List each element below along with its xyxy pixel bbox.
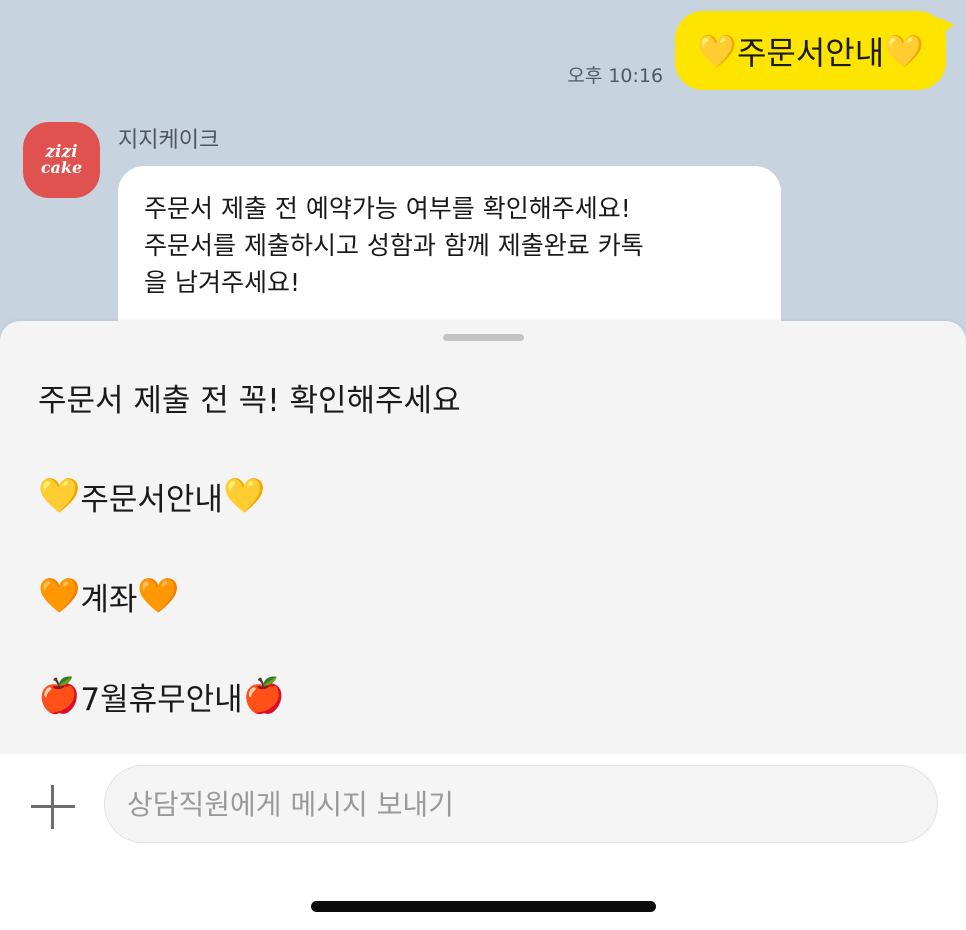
- quick-reply-label: 주문서안내: [80, 481, 223, 518]
- yellow-heart-icon: 💛: [38, 476, 81, 516]
- orange-heart-icon: 🧡: [38, 576, 81, 616]
- sender-avatar[interactable]: zizi cake: [23, 122, 100, 198]
- quick-reply-sheet: 주문서 제출 전 꼭! 확인해주세요 💛 주문서안내 💛 🧡 계좌 🧡 🍎 7월…: [0, 321, 966, 754]
- received-message-line: 주문서 제출 전 예약가능 여부를 확인해주세요!: [144, 194, 631, 223]
- yellow-heart-icon: 💛: [222, 476, 266, 516]
- quick-reply-account[interactable]: 🧡 계좌 🧡: [38, 571, 180, 621]
- quick-reply-label: 7월휴무안내: [80, 681, 243, 718]
- sent-message-row: 오후 10:16 💛 주문서안내 💛: [567, 11, 954, 90]
- orange-heart-icon: 🧡: [137, 576, 180, 616]
- quick-reply-order-guide[interactable]: 💛 주문서안내 💛: [38, 471, 265, 521]
- sender-name: 지지케이크: [118, 128, 220, 153]
- message-input[interactable]: [104, 765, 938, 843]
- sheet-drag-handle[interactable]: [443, 334, 524, 341]
- sent-message-bubble[interactable]: 💛 주문서안내 💛: [675, 11, 954, 90]
- chat-screen: 오후 10:16 💛 주문서안내 💛 zizi cake 지지케이크 주문서 제…: [0, 0, 966, 930]
- message-composer: [0, 754, 966, 930]
- yellow-heart-icon: 💛: [697, 31, 737, 70]
- sent-message-text: 주문서안내: [736, 33, 885, 72]
- received-message-line: 주문서를 제출하시고 성함과 함께 제출완료 카톡: [144, 231, 644, 260]
- avatar-logo-line2: cake: [40, 158, 83, 178]
- red-apple-icon: 🍎: [242, 676, 286, 716]
- received-message-line: 을 남겨주세요!: [144, 268, 300, 297]
- red-apple-icon: 🍎: [38, 676, 81, 716]
- home-indicator: [311, 901, 656, 912]
- quick-reply-july-holiday[interactable]: 🍎 7월휴무안내 🍎: [38, 671, 285, 721]
- yellow-heart-icon: 💛: [884, 31, 924, 70]
- quick-reply-label: 계좌: [80, 581, 138, 618]
- chat-message-area[interactable]: 오후 10:16 💛 주문서안내 💛 zizi cake 지지케이크 주문서 제…: [0, 0, 966, 366]
- sent-message-time: 오후 10:16: [567, 65, 664, 87]
- sheet-title: 주문서 제출 전 꼭! 확인해주세요: [38, 383, 461, 419]
- plus-icon[interactable]: [31, 785, 75, 829]
